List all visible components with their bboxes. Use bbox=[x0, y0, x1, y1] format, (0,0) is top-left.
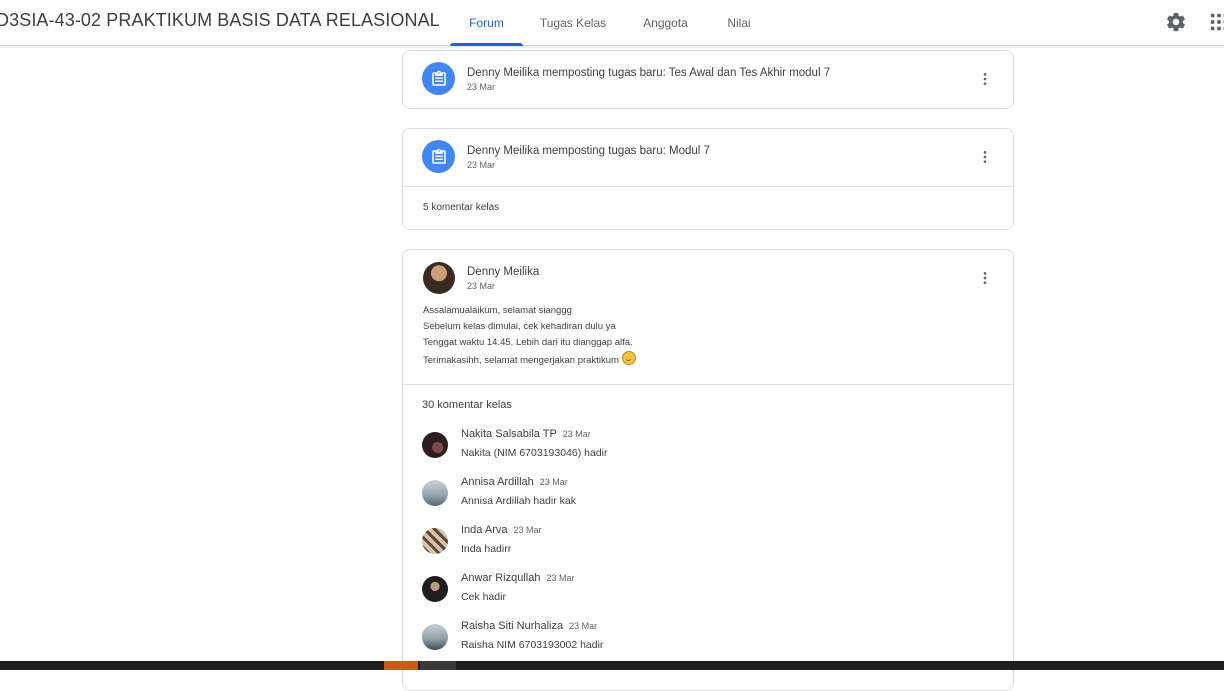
comment-text: Raisha NIM 6703193002 hadir bbox=[461, 639, 603, 651]
announcement-line-text: Terimakasihh, selamat mengerjakan prakti… bbox=[423, 355, 619, 366]
comment-date: 23 Mar bbox=[563, 429, 591, 439]
taskbar-app-icon[interactable] bbox=[420, 661, 456, 670]
comment-text: Nakita (NIM 6703193046) hadir bbox=[461, 447, 608, 459]
comment-author: Nakita Salsabila TP 23 Mar bbox=[461, 428, 591, 440]
comment-date: 23 Mar bbox=[513, 525, 541, 535]
tab-forum[interactable]: Forum bbox=[450, 0, 523, 45]
post-title[interactable]: Denny Meilika memposting tugas baru: Mod… bbox=[467, 145, 710, 157]
os-taskbar bbox=[0, 661, 1224, 670]
comment-author-name: Anwar Rizqullah bbox=[461, 572, 540, 584]
class-tabs: Forum Tugas Kelas Anggota Nilai bbox=[450, 0, 770, 45]
top-app-bar: D3SIA-43-02 PRAKTIKUM BASIS DATA RELASIO… bbox=[0, 0, 1224, 46]
card-divider bbox=[403, 384, 1013, 385]
avatar bbox=[422, 576, 448, 602]
apps-grid-icon[interactable] bbox=[1208, 11, 1224, 33]
more-options-icon[interactable] bbox=[977, 71, 993, 87]
comment-author-name: Inda Arva bbox=[461, 524, 507, 536]
tab-nilai[interactable]: Nilai bbox=[708, 0, 770, 45]
announcement-line: Assalamualaikum, selamat sianggg bbox=[423, 303, 636, 319]
comment-author-name: Raisha Siti Nurhaliza bbox=[461, 620, 563, 632]
comment-date: 23 Mar bbox=[546, 573, 574, 583]
class-comments-link[interactable]: 30 komentar kelas bbox=[422, 399, 512, 411]
class-comments-link[interactable]: 5 komentar kelas bbox=[423, 202, 499, 213]
post-title[interactable]: Denny Meilika memposting tugas baru: Tes… bbox=[467, 67, 830, 79]
announcement-body: Assalamualaikum, selamat sianggg Sebelum… bbox=[423, 303, 636, 369]
assignment-post-card[interactable]: Denny Meilika memposting tugas baru: Tes… bbox=[402, 50, 1014, 109]
tab-tugas-kelas[interactable]: Tugas Kelas bbox=[523, 0, 623, 45]
assignment-icon bbox=[422, 140, 455, 173]
comment-item: Anwar Rizqullah 23 Mar Cek hadir bbox=[403, 572, 1013, 612]
avatar bbox=[422, 624, 448, 650]
more-options-icon[interactable] bbox=[977, 149, 993, 165]
comment-date: 23 Mar bbox=[569, 621, 597, 631]
avatar bbox=[422, 528, 448, 554]
comment-item: Annisa Ardillah 23 Mar Annisa Ardillah ha… bbox=[403, 476, 1013, 516]
comment-author: Raisha Siti Nurhaliza 23 Mar bbox=[461, 620, 597, 632]
avatar bbox=[422, 480, 448, 506]
post-date: 23 Mar bbox=[467, 82, 495, 92]
announcement-card: Denny Meilika 23 Mar Assalamualaikum, se… bbox=[402, 249, 1014, 691]
class-title[interactable]: D3SIA-43-02 PRAKTIKUM BASIS DATA RELASIO… bbox=[0, 10, 440, 31]
post-date: 23 Mar bbox=[467, 160, 495, 170]
comment-item: Raisha Siti Nurhaliza 23 Mar Raisha NIM 6… bbox=[403, 620, 1013, 660]
avatar bbox=[422, 432, 448, 458]
comment-item: Inda Arva 23 Mar Inda hadirr bbox=[403, 524, 1013, 564]
card-divider bbox=[403, 186, 1013, 187]
comment-author-name: Nakita Salsabila TP bbox=[461, 428, 557, 440]
comment-author-name: Annisa Ardillah bbox=[461, 476, 534, 488]
announcement-line-last: Terimakasihh, selamat mengerjakan prakti… bbox=[423, 351, 636, 369]
comment-date: 23 Mar bbox=[540, 477, 568, 487]
assignment-post-card[interactable]: Denny Meilika memposting tugas baru: Mod… bbox=[402, 128, 1014, 230]
assignment-post-row[interactable]: Denny Meilika memposting tugas baru: Mod… bbox=[403, 129, 1013, 186]
comment-author: Annisa Ardillah 23 Mar bbox=[461, 476, 568, 488]
taskbar-app-icon[interactable] bbox=[384, 661, 418, 670]
gear-icon[interactable] bbox=[1165, 11, 1187, 33]
comment-text: Inda hadirr bbox=[461, 543, 511, 555]
author-name: Denny Meilika bbox=[467, 266, 539, 278]
avatar bbox=[423, 262, 455, 294]
comment-author: Inda Arva 23 Mar bbox=[461, 524, 542, 536]
tab-anggota[interactable]: Anggota bbox=[623, 0, 708, 45]
comment-text: Annisa Ardillah hadir kak bbox=[461, 495, 576, 507]
assignment-post-row[interactable]: Denny Meilika memposting tugas baru: Tes… bbox=[403, 51, 1013, 108]
announcement-line: Sebelum kelas dimulai, cek kehadiran dul… bbox=[423, 319, 636, 335]
assignment-icon bbox=[422, 62, 455, 95]
comment-item: Nakita Salsabila TP 23 Mar Nakita (NIM 67… bbox=[403, 428, 1013, 468]
more-options-icon[interactable] bbox=[977, 270, 993, 286]
smile-emoji-icon bbox=[622, 351, 636, 365]
comment-text: Cek hadir bbox=[461, 591, 506, 603]
post-date: 23 Mar bbox=[467, 281, 495, 291]
announcement-line: Tenggat waktu 14.45. Lebih dari itu dian… bbox=[423, 335, 636, 351]
comment-author: Anwar Rizqullah 23 Mar bbox=[461, 572, 575, 584]
